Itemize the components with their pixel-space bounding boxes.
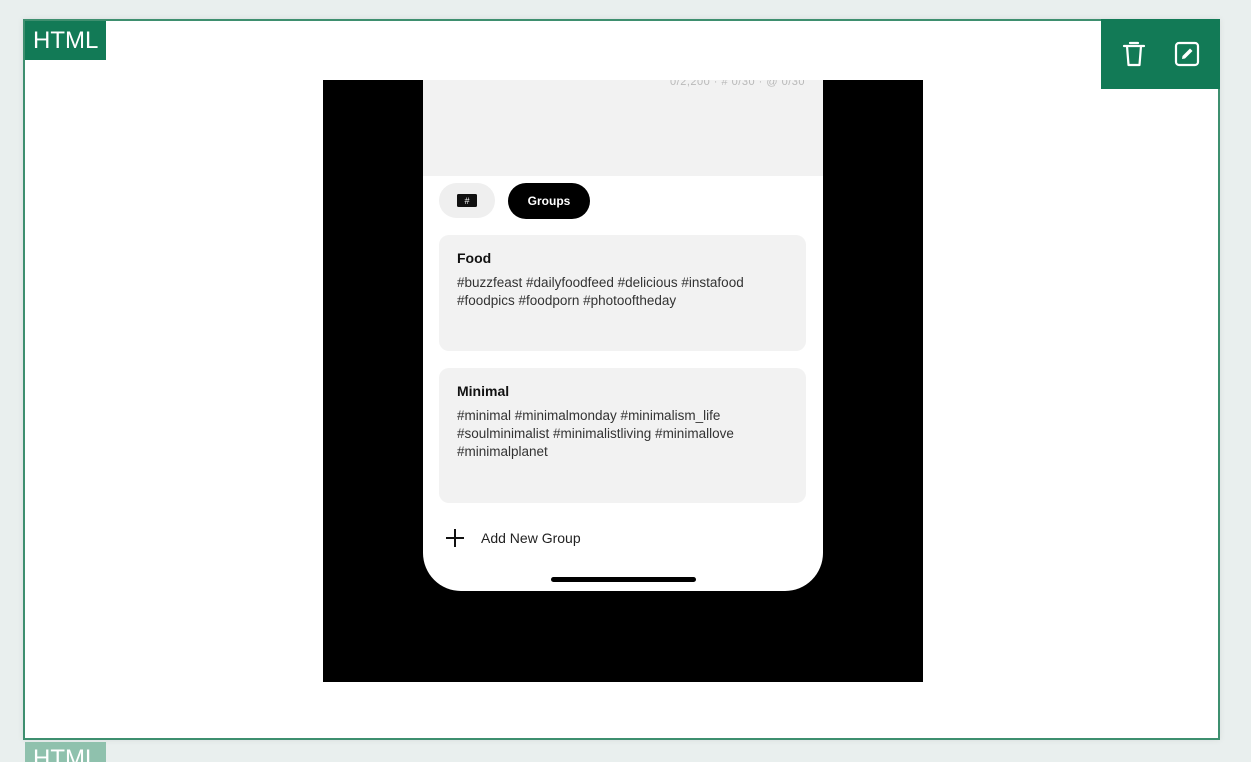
groups-tab[interactable]: Groups (508, 183, 590, 219)
edit-icon (1175, 41, 1200, 67)
add-new-group-button[interactable]: Add New Group (445, 528, 581, 548)
group-title: Food (457, 250, 492, 266)
phone-screen: 0/2,200 · # 0/30 · @ 0/30 # Groups Food … (423, 80, 823, 591)
html-block-card: HTML 0/2,200 · # 0/30 · @ 0/30 # Groups … (23, 19, 1220, 740)
phone-header-area: 0/2,200 · # 0/30 · @ 0/30 (423, 80, 823, 176)
phone-preview-image: 0/2,200 · # 0/30 · @ 0/30 # Groups Food … (323, 80, 923, 682)
group-tags: #buzzfeast #dailyfoodfeed #delicious #in… (457, 275, 744, 308)
group-card-food[interactable]: Food #buzzfeast #dailyfoodfeed #deliciou… (439, 235, 806, 351)
group-title: Minimal (457, 383, 510, 399)
next-block-type-tag: HTML (25, 742, 107, 762)
svg-text:#: # (464, 196, 469, 206)
hashtag-tab[interactable]: # (439, 183, 495, 218)
delete-button[interactable] (1116, 36, 1152, 72)
group-tags: #minimal #minimalmonday #minimalism_life… (457, 408, 734, 459)
add-new-group-label: Add New Group (481, 530, 581, 546)
plus-icon (446, 529, 464, 547)
post-stats-text: 0/2,200 · # 0/30 · @ 0/30 (670, 80, 805, 88)
block-actions (1101, 19, 1220, 89)
hashtag-icon: # (457, 194, 477, 207)
block-type-tag: HTML (25, 21, 107, 60)
trash-icon (1122, 41, 1145, 67)
group-card-minimal[interactable]: Minimal #minimal #minimalmonday #minimal… (439, 368, 806, 503)
edit-button[interactable] (1169, 36, 1205, 72)
home-indicator (551, 577, 696, 582)
